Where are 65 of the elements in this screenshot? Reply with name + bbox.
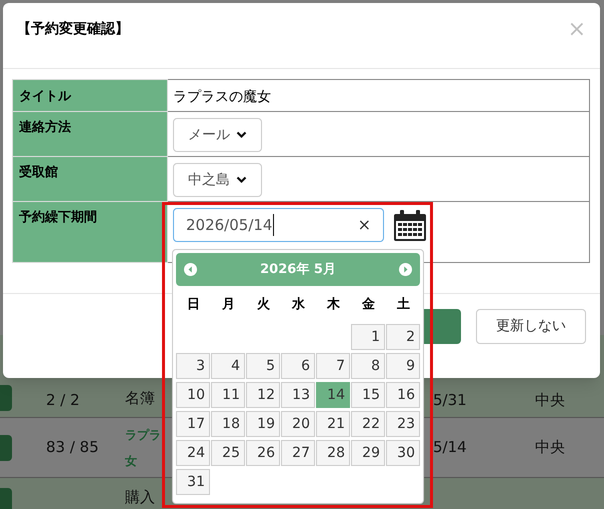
day-cell[interactable]: 29 [351, 440, 385, 466]
clear-button[interactable]: × [358, 213, 371, 237]
field-label: 予約繰下期間 [12, 202, 168, 262]
day-cell[interactable]: 16 [386, 382, 420, 408]
day-cell[interactable]: 9 [386, 353, 420, 379]
day-cell[interactable]: 4 [211, 353, 245, 379]
day-cell[interactable]: 22 [351, 411, 385, 437]
weekday-label: 月 [222, 297, 235, 312]
day-cell[interactable]: 31 [176, 469, 210, 495]
title-text: 名簿 [125, 388, 155, 409]
weekday-label: 金 [362, 297, 375, 312]
cancel-button[interactable]: 更新しない [476, 309, 586, 344]
weekday-label: 日 [187, 297, 200, 312]
day-cell[interactable]: 21 [316, 411, 350, 437]
select-dropdown[interactable]: メール [173, 118, 262, 152]
day-cell[interactable]: 7 [316, 353, 350, 379]
day-cell[interactable]: 24 [176, 440, 210, 466]
library-text: 中央 [535, 438, 565, 456]
day-cell[interactable]: 27 [281, 440, 315, 466]
day-cell[interactable]: 6 [281, 353, 315, 379]
weekday-label: 土 [397, 297, 410, 312]
chevron-down-icon [236, 131, 247, 139]
calendar-icon[interactable] [393, 208, 427, 242]
date-text: 5/14 [433, 438, 467, 456]
day-cell[interactable]: 23 [386, 411, 420, 437]
day-cell[interactable]: 28 [316, 440, 350, 466]
day-cell[interactable]: 12 [246, 382, 280, 408]
day-cell[interactable]: 19 [246, 411, 280, 437]
day-cell[interactable]: 25 [211, 440, 245, 466]
date-text: 5/31 [433, 390, 467, 408]
row-button[interactable] [0, 385, 12, 411]
select-dropdown[interactable]: 中之島 [173, 163, 262, 197]
dialog-title: 【予約変更確認】 [17, 20, 129, 39]
day-cell[interactable]: 11 [211, 382, 245, 408]
field-label: 連絡方法 [12, 112, 168, 156]
weekday-label: 火 [257, 297, 270, 312]
day-cell[interactable]: 10 [176, 382, 210, 408]
chevron-down-icon [236, 176, 247, 184]
count-text: 2 / 2 [46, 390, 80, 408]
row-button[interactable] [0, 434, 12, 460]
title-text: 購入 [125, 487, 155, 508]
library-text: 中央 [535, 390, 565, 408]
field-label: タイトル [12, 80, 168, 112]
day-cell[interactable]: 18 [211, 411, 245, 437]
day-cell[interactable]: 14 [316, 382, 350, 408]
weekday-label: 木 [327, 297, 340, 312]
month-title: 2026年 5月 [260, 260, 336, 279]
day-cell[interactable]: 30 [386, 440, 420, 466]
date-input[interactable]: 2026/05/14 × [173, 208, 384, 242]
weekday-label: 水 [292, 297, 305, 312]
day-cell[interactable]: 15 [351, 382, 385, 408]
day-cell[interactable]: 8 [351, 353, 385, 379]
field-label: 受取館 [12, 156, 168, 202]
day-cell[interactable]: 3 [176, 353, 210, 379]
day-cell[interactable]: 17 [176, 411, 210, 437]
count-text: 83 / 85 [46, 438, 99, 456]
day-cell[interactable]: 2 [386, 324, 420, 350]
next-month-icon[interactable] [398, 263, 412, 276]
title-value: ラプラスの魔女 [173, 89, 271, 105]
day-cell[interactable]: 1 [351, 324, 385, 350]
day-cell[interactable]: 26 [246, 440, 280, 466]
day-cell[interactable]: 5 [246, 353, 280, 379]
day-cell[interactable]: 13 [281, 382, 315, 408]
previous-month-icon[interactable] [184, 263, 197, 276]
day-cell[interactable]: 20 [281, 411, 315, 437]
